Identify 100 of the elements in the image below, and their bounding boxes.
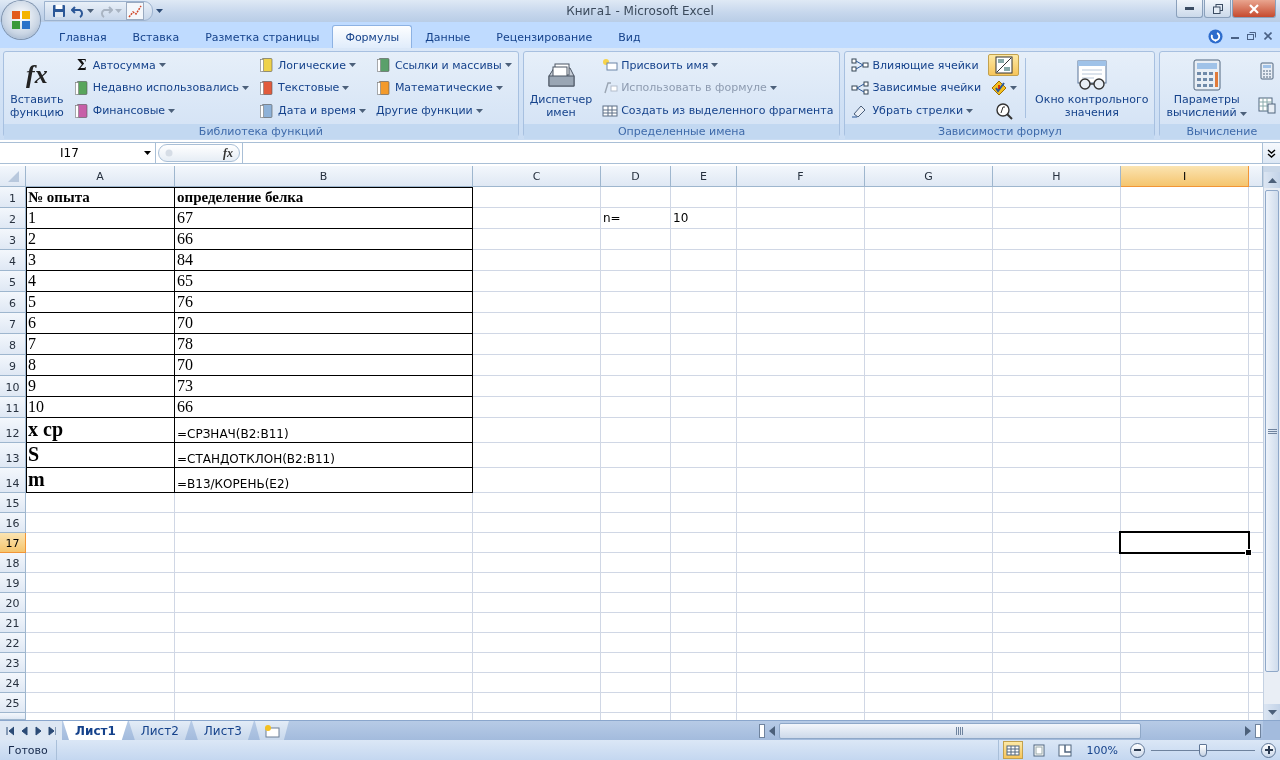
ribbon-button[interactable]: Создать из выделенного фрагмента — [599, 99, 837, 122]
previous-sheet-icon[interactable] — [20, 725, 28, 736]
insert-sheet-button[interactable] — [254, 721, 289, 740]
ribbon-button[interactable]: Математические — [372, 77, 515, 99]
row-header[interactable]: 25 — [0, 693, 26, 713]
row-header[interactable]: 16 — [0, 513, 26, 533]
row-header[interactable]: 6 — [0, 292, 26, 313]
ribbon-button[interactable]: Ссылки и массивы — [372, 54, 515, 77]
horizontal-scrollbar[interactable] — [757, 721, 1263, 740]
row-header[interactable]: 9 — [0, 355, 26, 376]
column-header[interactable]: B — [175, 166, 473, 187]
ribbon-button[interactable]: Дата и время — [256, 99, 369, 122]
row-header[interactable]: 11 — [0, 397, 26, 418]
row-header[interactable]: 12 — [0, 418, 26, 443]
ribbon-tab[interactable]: Вид — [605, 25, 654, 48]
row-header[interactable]: 23 — [0, 653, 26, 673]
view-button[interactable] — [1002, 741, 1023, 759]
row-header[interactable]: 2 — [0, 208, 26, 229]
zoom-out-button[interactable] — [1130, 742, 1145, 758]
ribbon-button[interactable]: Другие функции — [372, 99, 515, 122]
name-box[interactable]: I17 — [0, 143, 156, 163]
ribbon-tab[interactable]: Главная — [46, 25, 120, 48]
row-header[interactable]: 5 — [0, 271, 26, 292]
column-header[interactable]: I — [1121, 166, 1249, 187]
column-header[interactable]: A — [26, 166, 175, 187]
save-button[interactable] — [51, 3, 67, 19]
row-header[interactable]: 20 — [0, 593, 26, 613]
large-ribbon-button[interactable]: Параметры вычислений — [1163, 54, 1251, 122]
column-header[interactable]: H — [993, 166, 1121, 187]
row-header[interactable]: 24 — [0, 673, 26, 693]
ribbon-button[interactable]: Логические — [256, 54, 369, 77]
row-header[interactable]: 17 — [0, 533, 26, 553]
row-header[interactable]: 18 — [0, 553, 26, 573]
expand-button[interactable] — [1262, 143, 1280, 163]
minimize-button[interactable] — [1176, 0, 1203, 18]
ribbon-tab[interactable]: Вставка — [119, 25, 193, 48]
ribbon-button[interactable]: Присвоить имя — [599, 54, 837, 77]
last-sheet-icon[interactable] — [48, 725, 56, 736]
sheet-tab[interactable]: Лист3 — [191, 721, 254, 740]
row-header[interactable]: 3 — [0, 229, 26, 250]
scroll-right-icon[interactable] — [1244, 725, 1252, 736]
ribbon-button[interactable]: Финансовые — [70, 99, 253, 122]
scroll-thumb[interactable] — [1265, 190, 1279, 672]
row-header[interactable]: 22 — [0, 633, 26, 653]
row-header[interactable]: 19 — [0, 573, 26, 593]
ribbon-button[interactable]: Σ Автосумма — [70, 54, 253, 77]
scroll-thumb[interactable] — [779, 722, 1141, 739]
column-header[interactable]: C — [473, 166, 601, 187]
row-header[interactable]: 15 — [0, 493, 26, 513]
ribbon-button[interactable]: Текстовые — [256, 77, 369, 99]
column-header[interactable]: G — [865, 166, 993, 187]
ribbon-button[interactable]: Влияющие ячейки — [848, 54, 985, 77]
column-header[interactable]: F — [737, 166, 865, 187]
zoom-in-button[interactable] — [1261, 742, 1276, 758]
large-ribbon-button[interactable]: Окно контрольного значения — [1032, 54, 1152, 122]
ribbon-button[interactable]: Убрать стрелки — [848, 99, 985, 122]
customize-toolbar-button[interactable] — [155, 8, 164, 14]
restore-button[interactable] — [1204, 0, 1231, 18]
row-header[interactable]: 7 — [0, 313, 26, 334]
slider-thumb[interactable] — [1199, 743, 1207, 757]
scroll-down-button[interactable] — [1264, 704, 1280, 720]
column-header[interactable]: D — [601, 166, 671, 187]
first-sheet-icon[interactable] — [6, 725, 14, 736]
row-header[interactable]: 10 — [0, 376, 26, 397]
vertical-scrollbar[interactable] — [1263, 166, 1280, 720]
split-handle-icon[interactable] — [759, 723, 765, 738]
insert-function-button[interactable]: fx — [223, 145, 233, 161]
row-header[interactable]: 4 — [0, 250, 26, 271]
table-icon — [602, 103, 619, 118]
table-cell: 1 — [26, 208, 175, 229]
row-header[interactable]: 14 — [0, 468, 26, 493]
row-header[interactable]: 1 — [0, 187, 26, 208]
zoom-level[interactable]: 100% — [1080, 743, 1124, 757]
ribbon-button[interactable]: Недавно использовались — [70, 77, 253, 99]
ribbon-icon-button[interactable] — [988, 54, 1020, 77]
undo-button[interactable] — [70, 3, 95, 19]
close-button[interactable] — [1232, 0, 1276, 18]
ribbon-tab[interactable]: Формулы — [332, 25, 413, 48]
next-sheet-icon[interactable] — [34, 725, 42, 736]
ribbon-tab[interactable]: Данные — [412, 25, 484, 48]
large-ribbon-button[interactable]: fx Вставить функцию — [7, 54, 67, 122]
row-header[interactable]: 13 — [0, 443, 26, 468]
help-icon[interactable] — [1208, 28, 1223, 44]
chart-button[interactable] — [126, 2, 144, 20]
split-handle-icon[interactable] — [1255, 723, 1261, 738]
office-button[interactable] — [2, 1, 40, 39]
restore-icon[interactable] — [1247, 32, 1256, 40]
column-header[interactable]: E — [671, 166, 737, 187]
ribbon-tab[interactable]: Рецензирование — [483, 25, 606, 48]
table-cell: 67 — [175, 208, 473, 229]
ribbon-button[interactable]: Зависимые ячейки — [848, 77, 985, 99]
large-ribbon-button[interactable]: Диспетчер имен — [526, 54, 596, 122]
row-header[interactable]: 8 — [0, 334, 26, 355]
close-icon[interactable] — [1264, 32, 1272, 40]
scroll-up-button[interactable] — [1264, 172, 1280, 188]
sheet-tab[interactable]: Лист2 — [128, 721, 191, 740]
row-header[interactable]: 21 — [0, 613, 26, 633]
ribbon-tab[interactable]: Разметка страницы — [192, 25, 333, 48]
scroll-left-icon[interactable] — [768, 725, 776, 736]
sheet-tab[interactable]: Лист1 — [63, 721, 128, 740]
